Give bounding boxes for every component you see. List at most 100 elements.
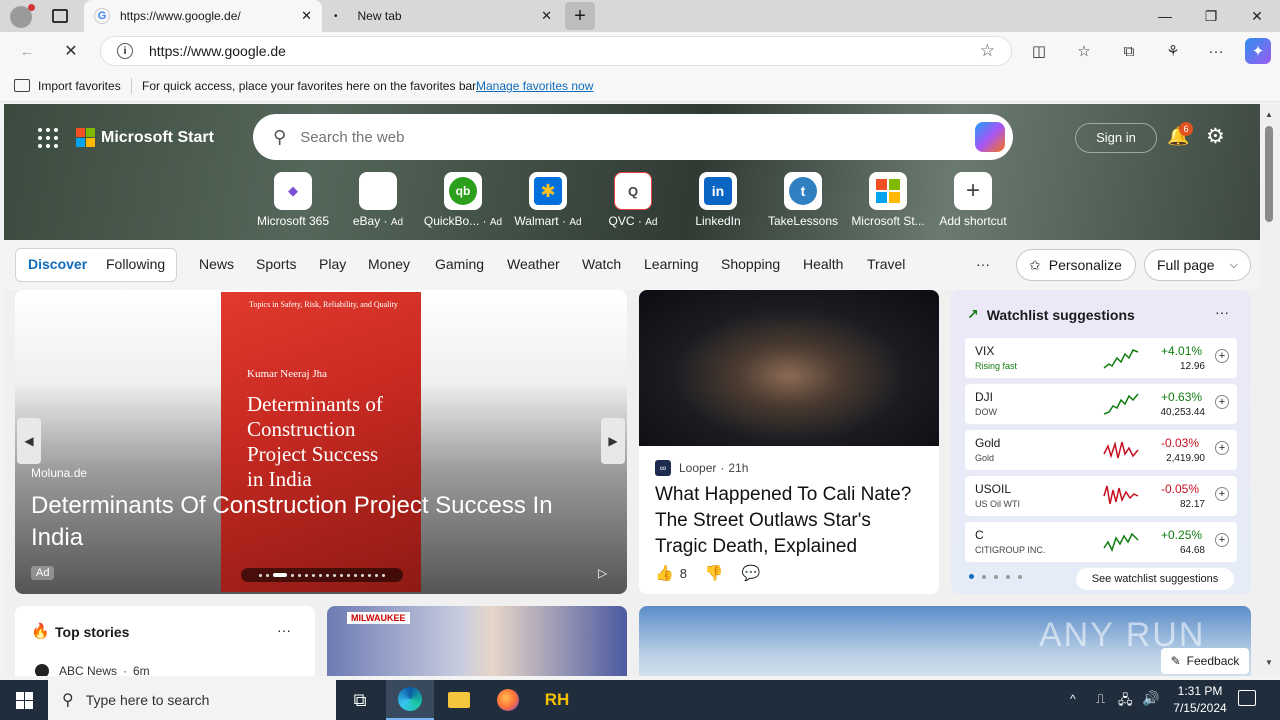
scroll-down-arrow[interactable]: ▼ [1265,658,1273,667]
tab-following[interactable]: Following [106,256,165,272]
edge-taskbar-icon[interactable] [386,680,434,720]
nav-sports[interactable]: Sports [256,256,296,272]
nav-health[interactable]: Health [803,256,843,272]
hero-title[interactable]: Determinants Of Construction Project Suc… [31,490,591,554]
firefox-icon[interactable] [484,680,532,720]
start-button[interactable] [0,680,48,720]
full-page-dropdown[interactable]: Full page ⌵ [1144,249,1251,281]
import-favorites-icon[interactable] [14,79,30,92]
shortcut-quickbooks[interactable]: qb QuickBo... · Ad [422,172,504,228]
hero-ad-card[interactable]: Topics in Safety, Risk, Reliability, and… [15,290,627,594]
collections-icon[interactable]: ⧉ [1116,38,1142,64]
nav-money[interactable]: Money [368,256,410,272]
see-watchlist-button[interactable]: See watchlist suggestions [1076,568,1234,590]
like-icon[interactable]: 👍 [655,564,674,582]
feedback-button[interactable]: ✎ Feedback [1161,648,1249,674]
personalize-button[interactable]: ✩ Personalize [1016,249,1136,281]
watchlist-row[interactable]: VIX Rising fast +4.01% 12.96 + [965,338,1237,378]
microsoft-start-logo[interactable]: Microsoft Start [76,128,214,147]
add-to-watchlist-icon[interactable]: + [1215,395,1229,409]
carousel-dots[interactable] [241,568,403,582]
tab-close-icon[interactable]: ✕ [301,8,312,24]
scroll-up-arrow[interactable]: ▲ [1265,110,1273,119]
extensions-icon[interactable]: ⚘ [1160,38,1186,64]
task-view-icon[interactable]: ⧉ [336,680,384,720]
nav-more-button[interactable]: ··· [976,256,990,272]
nav-weather[interactable]: Weather [507,256,560,272]
nav-travel[interactable]: Travel [867,256,905,272]
clock-date[interactable]: 7/15/2024 [1170,701,1230,715]
manage-favorites-link[interactable]: Manage favorites now [476,79,593,93]
favorite-star-icon[interactable]: ☆ [980,41,995,61]
favorites-icon[interactable]: ☆ [1071,38,1097,64]
feature-image-card[interactable]: ANY RUN ✎ Feedback [639,606,1251,676]
search-input[interactable] [300,128,975,146]
watchlist-row[interactable]: Gold Gold -0.03% 2,419.90 + [965,430,1237,470]
shortcut-takelessons[interactable]: t TakeLessons [762,172,844,228]
back-icon[interactable]: ← [14,38,40,64]
carousel-prev-button[interactable]: ◀ [17,418,41,464]
story-title[interactable]: What Happened To Cali Nate? The Street O… [655,482,927,560]
network-status-icon[interactable]: ⎍ [1096,691,1105,707]
copilot-icon[interactable]: ✦ [1245,38,1271,64]
search-box[interactable]: ⚲ [253,114,1013,160]
copilot-search-icon[interactable] [975,122,1005,152]
address-bar[interactable]: i https://www.google.de ☆ [100,36,1012,66]
shortcut-linkedin[interactable]: in LinkedIn [677,172,759,228]
nav-learning[interactable]: Learning [644,256,699,272]
news-video-card[interactable]: MILWAUKEE [327,606,627,676]
minimize-button[interactable]: — [1142,0,1188,32]
network-icon[interactable]: 🖧 [1118,691,1133,713]
top-stories-more-button[interactable]: ··· [277,622,291,638]
nav-watch[interactable]: Watch [582,256,621,272]
shortcut-qvc[interactable]: Q QVC · Ad [592,172,674,228]
tab-discover[interactable]: Discover [28,256,87,272]
split-screen-icon[interactable]: ◫ [1026,38,1052,64]
tab-actions-icon[interactable] [52,9,68,23]
carousel-next-button[interactable]: ▶ [601,418,625,464]
comment-icon[interactable]: 💬 [742,564,761,582]
volume-icon[interactable]: 🔊 [1142,690,1159,707]
watchlist-row[interactable]: USOIL US Oil WTI -0.05% 82.17 + [965,476,1237,516]
settings-gear-icon[interactable]: ⚙ [1206,124,1225,149]
close-button[interactable]: ✕ [1234,0,1280,32]
show-hidden-icons[interactable]: ^ [1070,692,1076,706]
shortcut-walmart[interactable]: ✱ Walmart · Ad [507,172,589,228]
file-explorer-icon[interactable] [435,680,483,720]
settings-more-icon[interactable]: ··· [1203,38,1229,64]
story-card[interactable]: ∞ Looper · 21h What Happened To Cali Nat… [639,290,939,594]
notification-center-icon[interactable] [1238,690,1256,706]
clock-time[interactable]: 1:31 PM [1170,684,1230,698]
watchlist-row[interactable]: DJI DOW +0.63% 40,253.44 + [965,384,1237,424]
ad-choices-icon[interactable]: ▷ [598,566,607,580]
address-text[interactable]: https://www.google.de [149,43,980,59]
app-launcher-icon[interactable] [38,128,58,148]
add-to-watchlist-icon[interactable]: + [1215,349,1229,363]
shortcut-ebay[interactable]: 🛍 eBay · Ad [337,172,419,228]
dislike-icon[interactable]: 👎 [705,564,724,582]
taskbar-search[interactable]: ⚲ Type here to search [48,680,336,720]
sign-in-button[interactable]: Sign in [1075,123,1157,153]
site-info-icon[interactable]: i [117,43,133,59]
nav-news[interactable]: News [199,256,234,272]
import-favorites-button[interactable]: Import favorites [38,79,121,93]
scroll-thumb[interactable] [1265,126,1273,222]
tab-new-tab[interactable]: • New tab ✕ [324,0,562,32]
shortcut-add[interactable]: + Add shortcut [932,172,1014,228]
maximize-button[interactable]: ❐ [1188,0,1234,32]
watchlist-more-button[interactable]: ··· [1215,304,1229,320]
nav-shopping[interactable]: Shopping [721,256,780,272]
page-scrollbar[interactable]: ▲ ▼ [1260,104,1280,676]
shortcut-microsoft-store[interactable]: Microsoft St... [847,172,929,228]
add-to-watchlist-icon[interactable]: + [1215,441,1229,455]
nav-play[interactable]: Play [319,256,346,272]
stop-loading-icon[interactable]: ✕ [58,38,84,64]
watchlist-row[interactable]: C CITIGROUP INC. +0.25% 64.68 + [965,522,1237,562]
nav-gaming[interactable]: Gaming [435,256,484,272]
new-tab-button[interactable]: + [565,2,595,30]
tab-close-icon[interactable]: ✕ [541,8,552,24]
add-to-watchlist-icon[interactable]: + [1215,533,1229,547]
shortcut-microsoft-365[interactable]: ◆ Microsoft 365 [252,172,334,228]
tab-google[interactable]: G https://www.google.de/ ✕ [84,0,322,32]
watchlist-pager[interactable] [969,574,1022,579]
